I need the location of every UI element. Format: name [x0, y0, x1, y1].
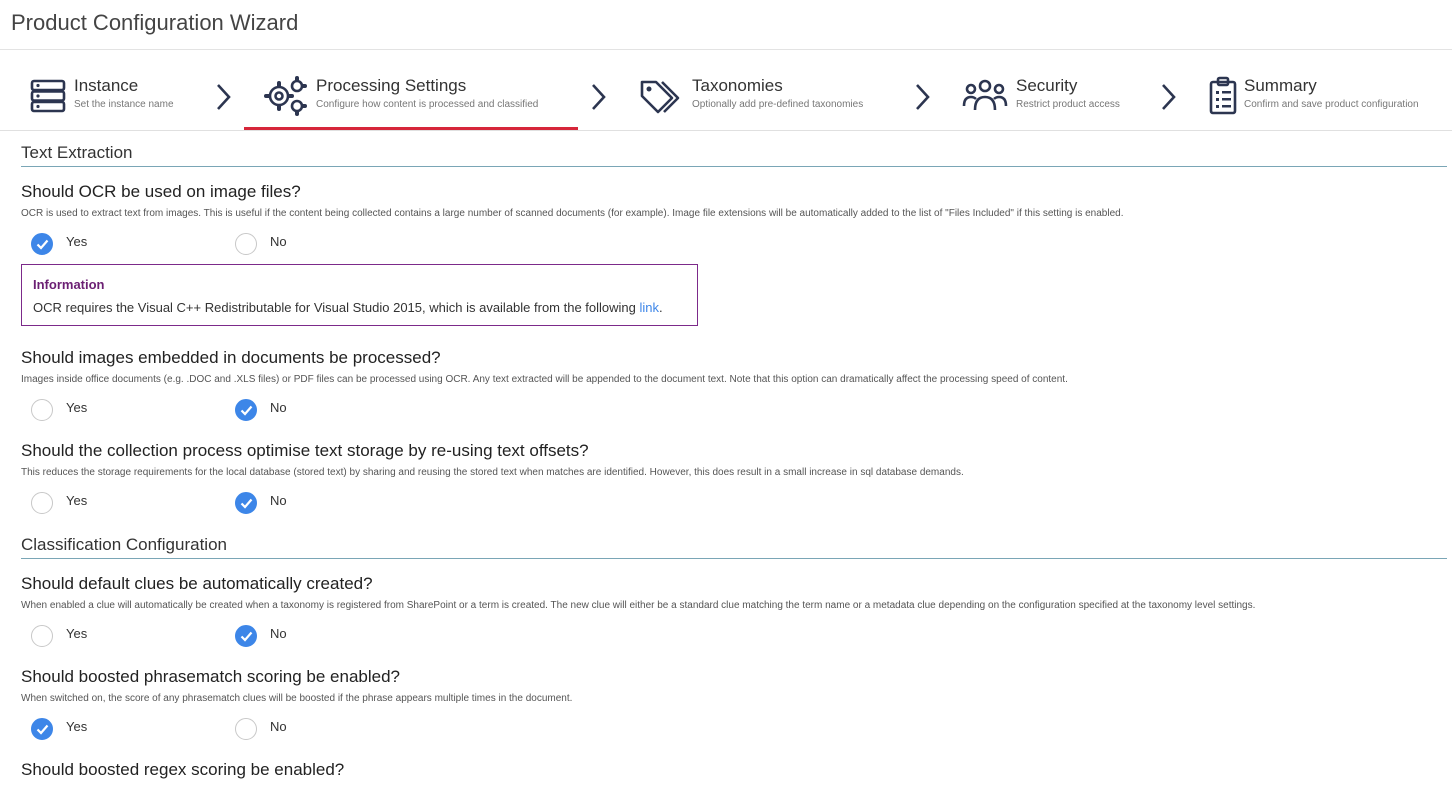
question-title: Should boosted phrasematch scoring be en… — [21, 667, 400, 686]
check-icon — [36, 239, 49, 250]
radio-label: Yes — [66, 400, 88, 415]
users-icon — [962, 79, 1008, 111]
wizard-steps: Instance Set the instance name Processin… — [0, 50, 1452, 131]
info-suffix: . — [659, 300, 663, 315]
step-summary[interactable]: Summary Confirm and save product configu… — [1208, 50, 1448, 130]
check-icon — [240, 631, 253, 642]
step-subtitle: Confirm and save product configuration — [1244, 99, 1419, 110]
step-subtitle: Set the instance name — [74, 99, 174, 110]
radio-label: No — [270, 626, 287, 641]
step-subtitle: Restrict product access — [1016, 99, 1120, 110]
question-title: Should OCR be used on image files? — [21, 182, 301, 201]
tags-icon — [640, 80, 680, 114]
embedded-yes-radio[interactable] — [31, 399, 53, 421]
embedded-no-radio[interactable] — [235, 399, 257, 421]
step-title: Instance — [74, 76, 139, 95]
check-icon — [240, 405, 253, 416]
server-icon — [30, 79, 66, 113]
clipboard-icon — [1209, 76, 1237, 115]
step-processing-settings[interactable]: Processing Settings Configure how conten… — [244, 50, 578, 130]
information-box: Information OCR requires the Visual C++ … — [21, 264, 698, 326]
question-title: Should default clues be automatically cr… — [21, 574, 373, 593]
step-instance[interactable]: Instance Set the instance name — [28, 50, 228, 130]
step-title: Security — [1016, 76, 1078, 95]
info-message: OCR requires the Visual C++ Redistributa… — [33, 300, 640, 315]
step-title: Taxonomies — [692, 76, 783, 95]
step-security[interactable]: Security Restrict product access — [962, 50, 1142, 130]
clues-yes-radio[interactable] — [31, 625, 53, 647]
step-taxonomies[interactable]: Taxonomies Optionally add pre-defined ta… — [638, 50, 898, 130]
question-description: Images inside office documents (e.g. .DO… — [21, 374, 1068, 385]
chevron-right-icon — [592, 84, 606, 110]
radio-label: No — [270, 400, 287, 415]
chevron-right-icon — [1162, 84, 1176, 110]
chevron-right-icon — [916, 84, 930, 110]
question-title: Should images embedded in documents be p… — [21, 348, 441, 367]
vc-redist-link[interactable]: link — [640, 300, 660, 315]
gears-icon — [264, 76, 307, 116]
ocr-no-radio[interactable] — [235, 233, 257, 255]
check-icon — [36, 724, 49, 735]
radio-label: Yes — [66, 493, 88, 508]
info-title: Information — [33, 277, 105, 292]
question-title: Should the collection process optimise t… — [21, 441, 589, 460]
question-description: OCR is used to extract text from images.… — [21, 208, 1124, 219]
step-subtitle: Configure how content is processed and c… — [316, 99, 539, 110]
radio-label: No — [270, 719, 287, 734]
section-heading-text-extraction: Text Extraction — [21, 143, 1447, 167]
step-subtitle: Optionally add pre-defined taxonomies — [692, 99, 864, 110]
page-title: Product Configuration Wizard — [11, 10, 299, 35]
chevron-right-icon — [217, 84, 231, 110]
radio-label: No — [270, 493, 287, 508]
question-description: This reduces the storage requirements fo… — [21, 467, 964, 478]
title-bar: Product Configuration Wizard — [0, 0, 1452, 50]
step-title: Processing Settings — [316, 76, 467, 95]
clues-no-radio[interactable] — [235, 625, 257, 647]
info-text: OCR requires the Visual C++ Redistributa… — [33, 300, 663, 315]
radio-label: Yes — [66, 234, 88, 249]
phrasematch-no-radio[interactable] — [235, 718, 257, 740]
offsets-no-radio[interactable] — [235, 492, 257, 514]
radio-label: No — [270, 234, 287, 249]
ocr-yes-radio[interactable] — [31, 233, 53, 255]
check-icon — [240, 498, 253, 509]
offsets-yes-radio[interactable] — [31, 492, 53, 514]
phrasematch-yes-radio[interactable] — [31, 718, 53, 740]
question-title: Should boosted regex scoring be enabled? — [21, 760, 345, 779]
radio-label: Yes — [66, 626, 88, 641]
question-description: When enabled a clue will automatically b… — [21, 600, 1256, 611]
step-title: Summary — [1244, 76, 1317, 95]
question-description: When switched on, the score of any phras… — [21, 693, 573, 704]
radio-label: Yes — [66, 719, 88, 734]
section-heading-classification: Classification Configuration — [21, 535, 1447, 559]
